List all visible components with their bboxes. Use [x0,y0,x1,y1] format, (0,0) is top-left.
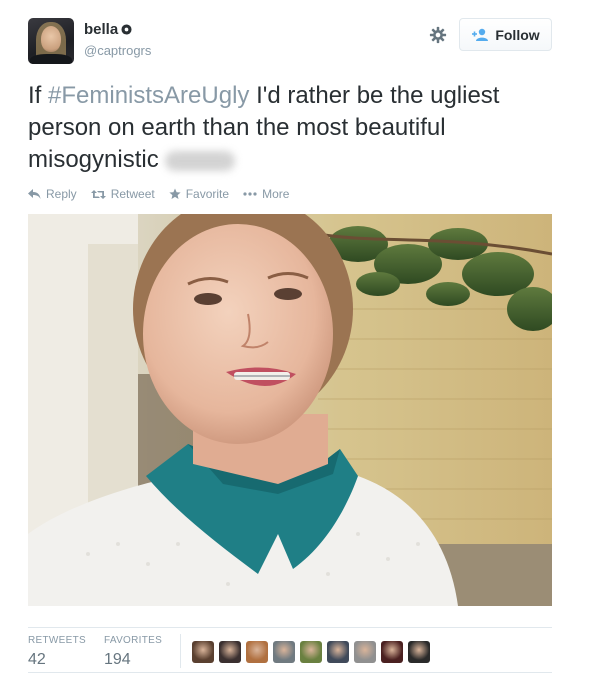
favoriter-avatar[interactable] [300,641,322,663]
star-icon [169,188,181,199]
flower-badge-icon [121,24,132,35]
favoriter-avatar[interactable] [408,641,430,663]
favoriter-avatar[interactable] [246,641,268,663]
retweet-icon [90,189,106,199]
tweet-text-start: If [28,82,49,109]
favoriter-avatar[interactable] [273,641,295,663]
favoriter-avatar[interactable] [354,641,376,663]
tweet-text: If #FeministsAreUgly I'd rather be the u… [28,80,548,176]
reply-icon [28,188,41,199]
tweet-actions: Reply Retweet Favorite More [28,187,289,201]
retweets-label: RETWEETS [28,635,86,646]
favoriter-avatar[interactable] [219,641,241,663]
reply-action[interactable]: Reply [28,187,77,201]
favorites-value: 194 [104,651,131,668]
tweet-photo[interactable] [28,214,552,606]
selfie-photo [28,214,552,606]
author-display-name[interactable]: bella [84,21,118,38]
favorites-label: FAVORITES [104,635,163,646]
user-avatar[interactable] [28,18,74,64]
favorite-label: Favorite [185,187,230,201]
favoriter-avatar[interactable] [327,641,349,663]
reply-label: Reply [46,187,77,201]
blurred-word [164,150,235,171]
favoriter-avatar[interactable] [381,641,403,663]
more-dots-icon [243,192,257,196]
avatar-face [41,26,61,52]
add-user-icon [472,28,489,41]
retweet-label: Retweet [110,187,155,201]
retweet-action[interactable]: Retweet [90,187,155,201]
stats-divider-top [28,627,552,628]
favoriter-avatar[interactable] [192,641,214,663]
favorites-stat[interactable]: FAVORITES 194 [104,635,162,669]
follow-button[interactable]: Follow [459,18,552,51]
follow-label: Follow [495,26,540,43]
favoriter-avatars [192,641,430,663]
favorite-action[interactable]: Favorite [169,187,229,201]
author-name-row[interactable]: bella [84,21,132,38]
hashtag-link[interactable]: #FeministsAreUgly [48,82,249,109]
stats-separator [180,634,181,668]
retweets-value: 42 [28,651,46,668]
gear-icon[interactable] [429,26,447,44]
retweets-stat[interactable]: RETWEETS 42 [28,635,86,669]
more-label: More [262,187,290,201]
author-handle[interactable]: @captrogrs [84,43,151,58]
avatar-shoulders [30,54,72,64]
more-action[interactable]: More [243,187,289,201]
